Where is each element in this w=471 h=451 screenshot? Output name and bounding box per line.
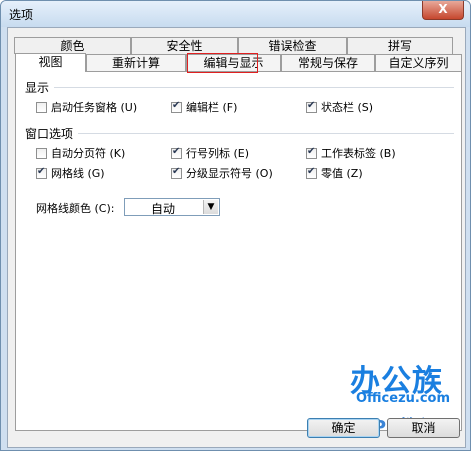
tab-color[interactable]: 颜色 (14, 37, 131, 54)
checkbox-startup-taskpane[interactable]: 启动任务窗格 (U) (36, 101, 137, 115)
checkbox-label: 网格线 (G) (51, 167, 105, 180)
checkbox-row-col-headers[interactable]: 行号列标 (E) (171, 145, 250, 161)
tab-security[interactable]: 安全性 (131, 37, 238, 54)
display-section-label: 显示 (25, 81, 50, 95)
checkbox-label: 分级显示符号 (O) (186, 167, 273, 180)
checkbox-box (171, 145, 182, 159)
checkbox-label: 零值 (Z) (321, 167, 363, 180)
display-separator (54, 87, 454, 89)
checkbox-label: 自动分页符 (K) (51, 147, 126, 160)
checkbox-formula-bar[interactable]: 编辑栏 (F) (171, 99, 238, 115)
ok-button[interactable]: 确定 (307, 418, 380, 438)
highlight-box (187, 53, 258, 73)
checkbox-zero-values[interactable]: 零值 (Z) (306, 165, 363, 181)
checkbox-box (36, 165, 47, 179)
tab-error-check[interactable]: 错误检查 (238, 37, 347, 54)
cancel-button[interactable]: 取消 (387, 418, 460, 438)
checkbox-auto-page-break[interactable]: 自动分页符 (K) (36, 147, 125, 161)
gridline-color-value: 自动 (151, 202, 176, 216)
gridline-color-label: 网格线颜色 (C): (36, 202, 115, 215)
checkbox-box (36, 102, 47, 113)
gridline-color-select[interactable]: 自动 ▼ (124, 198, 220, 216)
window-separator (78, 133, 454, 135)
checkbox-box (36, 148, 47, 159)
checkbox-label: 启动任务窗格 (U) (51, 101, 138, 114)
title-bar: 选项 X (1, 1, 470, 27)
chevron-down-icon[interactable]: ▼ (203, 200, 218, 214)
checkbox-box (306, 99, 317, 113)
checkbox-box (171, 99, 182, 113)
checkbox-box (171, 165, 182, 179)
checkbox-gridlines[interactable]: 网格线 (G) (36, 165, 105, 181)
tab-recalculation[interactable]: 重新计算 (86, 54, 186, 71)
options-dialog: 选项 X 颜色 安全性 错误检查 拼写 视图 重新计算 编辑与显示 常规与保存 … (0, 0, 471, 451)
watermark-url: Officezu.com (356, 391, 451, 406)
checkbox-label: 编辑栏 (F) (186, 101, 238, 114)
close-icon: X (438, 2, 448, 16)
checkbox-sheet-tabs[interactable]: 工作表标签 (B) (306, 145, 396, 161)
checkbox-outline-symbols[interactable]: 分级显示符号 (O) (171, 165, 273, 181)
checkbox-status-bar[interactable]: 状态栏 (S) (306, 99, 374, 115)
checkbox-label: 行号列标 (E) (186, 147, 250, 160)
tab-view[interactable]: 视图 (15, 53, 86, 72)
tab-spelling[interactable]: 拼写 (347, 37, 453, 54)
checkbox-box (306, 165, 317, 179)
close-button[interactable]: X (422, 1, 464, 20)
tab-general-save[interactable]: 常规与保存 (281, 54, 375, 71)
tab-custom-list[interactable]: 自定义序列 (375, 54, 462, 71)
checkbox-label: 状态栏 (S) (321, 101, 374, 114)
dialog-title: 选项 (9, 8, 34, 22)
checkbox-box (306, 145, 317, 159)
window-section-label: 窗口选项 (25, 127, 74, 141)
dialog-client: 颜色 安全性 错误检查 拼写 视图 重新计算 编辑与显示 常规与保存 自定义序列… (7, 27, 466, 448)
checkbox-label: 工作表标签 (B) (321, 147, 396, 160)
